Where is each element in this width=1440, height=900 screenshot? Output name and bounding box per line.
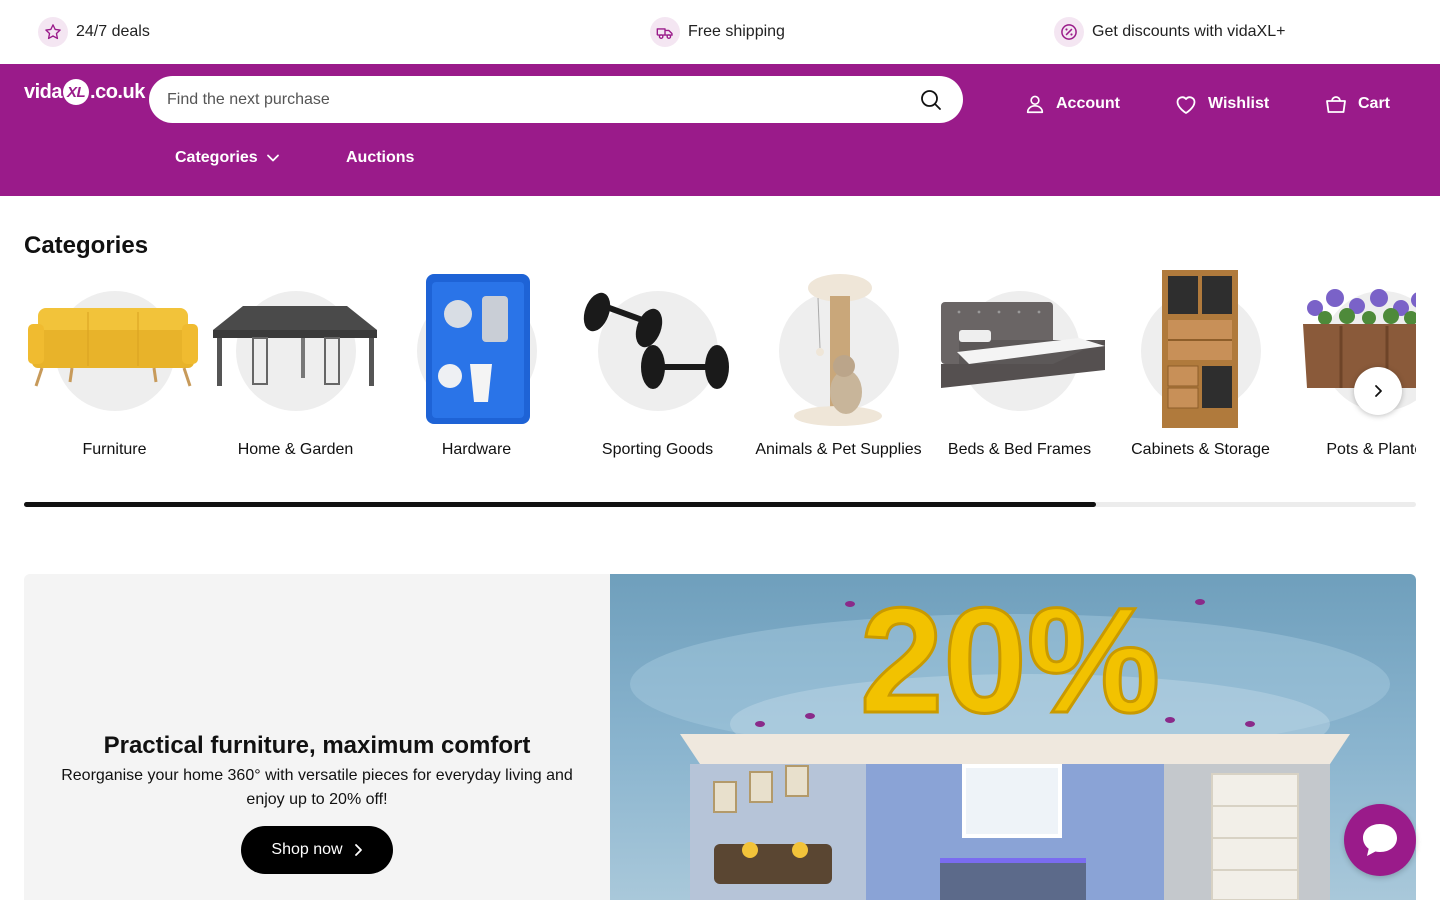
nav-auctions[interactable]: Auctions xyxy=(346,146,414,170)
nav-categories-label: Categories xyxy=(175,149,258,166)
cabinet-image xyxy=(1162,270,1238,428)
logo-text-right: .co.uk xyxy=(90,80,145,103)
usp-deals-label: 24/7 deals xyxy=(76,23,150,40)
shop-now-label: Shop now xyxy=(271,841,343,858)
chevron-right-icon xyxy=(1375,385,1382,397)
promo-banner: Practical furniture, maximum comfort Reo… xyxy=(24,574,1416,900)
nav-categories[interactable]: Categories xyxy=(175,146,280,170)
promo-illustration: 20% xyxy=(630,575,1390,900)
category-sporting-goods[interactable]: Sporting Goods xyxy=(567,268,748,498)
category-label: Pots & Planters xyxy=(1326,441,1416,458)
promo-description: Reorganise your home 360° with versatile… xyxy=(61,767,573,808)
usp-bar: 24/7 deals Free shipping Get discounts w… xyxy=(0,0,1440,64)
search-icon[interactable] xyxy=(917,86,945,114)
wishlist-label: Wishlist xyxy=(1208,95,1270,112)
cart-label: Cart xyxy=(1358,95,1391,112)
dumbbells-image xyxy=(583,292,729,389)
search-bar xyxy=(149,76,963,123)
site-header: vida XL .co.uk Account Wishlist Cart Cat… xyxy=(0,64,1440,196)
shop-now-button[interactable]: Shop now xyxy=(241,826,393,874)
bed-image xyxy=(941,302,1105,388)
promo-discount-text: 20% xyxy=(860,576,1160,744)
usp-deals: 24/7 deals xyxy=(38,14,150,50)
category-label: Home & Garden xyxy=(237,441,354,458)
usp-discounts: Get discounts with vidaXL+ xyxy=(1054,14,1285,50)
category-label: Cabinets & Storage xyxy=(1131,441,1270,458)
category-label: Beds & Bed Frames xyxy=(947,441,1092,458)
category-furniture[interactable]: Furniture xyxy=(24,268,205,498)
category-label: Animals & Pet Supplies xyxy=(755,441,922,458)
search-input[interactable] xyxy=(167,90,917,109)
category-beds-bed-frames[interactable]: Beds & Bed Frames xyxy=(929,268,1110,498)
sofa-image xyxy=(28,308,198,387)
category-label: Hardware xyxy=(441,441,512,458)
chat-bubble-icon xyxy=(1363,824,1397,856)
usp-discounts-label: Get discounts with vidaXL+ xyxy=(1092,23,1286,40)
carousel-scrollbar-thumb[interactable] xyxy=(24,502,1096,507)
spray-gun-kit-image xyxy=(426,274,530,424)
chat-button[interactable] xyxy=(1344,804,1416,876)
chevron-right-icon xyxy=(354,844,362,856)
promo-heading: Practical furniture, maximum comfort xyxy=(103,732,531,759)
percent-badge-icon xyxy=(1054,17,1084,47)
logo-text-left: vida xyxy=(24,80,63,103)
promo-image[interactable]: 20% xyxy=(610,574,1416,900)
user-icon xyxy=(1026,95,1044,114)
promo-text-panel: Practical furniture, maximum comfort Reo… xyxy=(24,574,610,900)
logo-xl-mark: XL xyxy=(63,79,90,105)
basket-icon xyxy=(1326,96,1346,113)
carousel-next-button[interactable] xyxy=(1354,367,1402,415)
cart-link[interactable]: Cart xyxy=(1324,90,1390,118)
nav-auctions-label: Auctions xyxy=(346,149,415,166)
gazebo-image xyxy=(213,306,377,386)
account-link[interactable]: Account xyxy=(1024,90,1120,118)
usp-shipping-label: Free shipping xyxy=(688,23,785,40)
star-icon xyxy=(38,17,68,47)
planter-image xyxy=(1303,289,1416,388)
carousel-scrollbar[interactable] xyxy=(24,502,1416,507)
category-cabinets-storage[interactable]: Cabinets & Storage xyxy=(1110,268,1291,498)
categories-carousel: Furniture Home & Garden Hardware Sportin… xyxy=(24,268,1416,498)
cat-tree-image xyxy=(794,274,882,426)
truck-icon xyxy=(650,17,680,47)
category-label: Sporting Goods xyxy=(601,441,714,458)
category-hardware[interactable]: Hardware xyxy=(386,268,567,498)
category-label: Furniture xyxy=(82,441,147,458)
usp-shipping: Free shipping xyxy=(650,14,785,50)
heart-icon xyxy=(1176,96,1196,114)
category-animals-pet-supplies[interactable]: Animals & Pet Supplies xyxy=(748,268,929,498)
categories-heading: Categories xyxy=(24,232,149,259)
category-home-garden[interactable]: Home & Garden xyxy=(205,268,386,498)
chevron-down-icon xyxy=(266,154,279,162)
wishlist-link[interactable]: Wishlist xyxy=(1174,90,1269,118)
vidaxl-logo[interactable]: vida XL .co.uk xyxy=(24,76,145,108)
account-label: Account xyxy=(1056,95,1120,112)
